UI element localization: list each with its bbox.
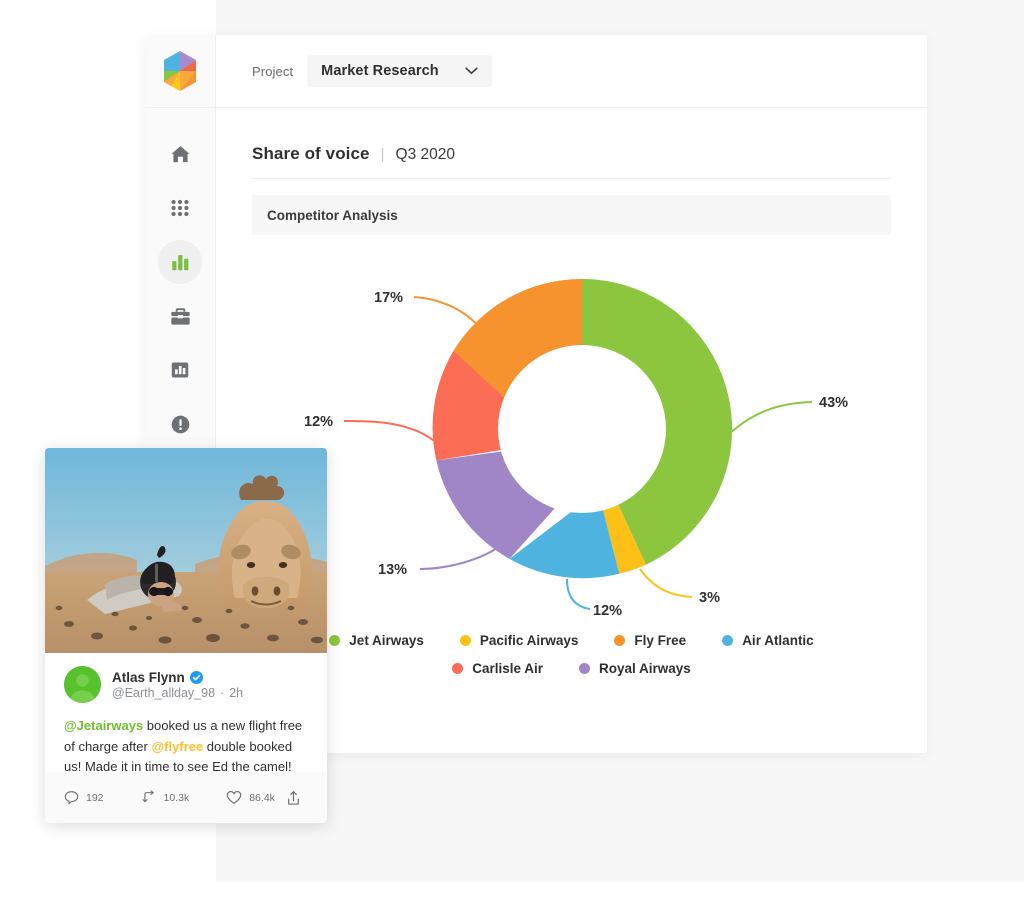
page-title-row: Share of voice | Q3 2020 bbox=[252, 144, 891, 179]
avatar[interactable] bbox=[64, 666, 101, 703]
chevron-down-icon bbox=[465, 67, 478, 75]
legend-row: Jet Airways Pacific Airways Fly Free bbox=[329, 633, 813, 648]
screenshot-root: Project Market Research Share of voice |… bbox=[0, 0, 1024, 916]
legend-label: Royal Airways bbox=[599, 661, 691, 676]
legend-dot-icon bbox=[452, 663, 463, 674]
tweet-body: Atlas Flynn @Earth_allday_98 · 2h @Jetai… bbox=[45, 653, 327, 778]
legend-label: Jet Airways bbox=[349, 633, 424, 648]
legend-dot-icon bbox=[614, 635, 625, 646]
page-title: Share of voice bbox=[252, 144, 370, 164]
page-period: Q3 2020 bbox=[396, 146, 455, 164]
share-action[interactable] bbox=[286, 790, 308, 806]
sidebar-item-apps[interactable] bbox=[158, 186, 202, 230]
legend-label: Fly Free bbox=[634, 633, 686, 648]
like-action[interactable]: 86.4k bbox=[226, 790, 275, 805]
legend-label: Air Atlantic bbox=[742, 633, 814, 648]
legend-dot-icon bbox=[329, 635, 340, 646]
retweet-count: 10.3k bbox=[164, 792, 190, 804]
legend-dot-icon bbox=[460, 635, 471, 646]
legend-dot-icon bbox=[579, 663, 590, 674]
tweet-name-line: Atlas Flynn bbox=[112, 670, 243, 685]
tweet-photo bbox=[45, 448, 327, 653]
donut-label-pacific-airways: 3% bbox=[699, 590, 720, 606]
leader-line-carlisle-air bbox=[344, 421, 438, 444]
project-label: Project bbox=[252, 64, 293, 79]
donut-center-hole bbox=[498, 345, 666, 513]
like-icon bbox=[226, 790, 242, 805]
reply-icon bbox=[64, 790, 79, 805]
legend-row: Carlisle Air Royal Airways bbox=[452, 661, 691, 676]
leader-line-jet-airways bbox=[724, 402, 812, 439]
tweet-handle-line: @Earth_allday_98 · 2h bbox=[112, 686, 243, 700]
leader-line-air-atlantic bbox=[567, 579, 590, 609]
sidebar-item-home[interactable] bbox=[158, 132, 202, 176]
tweet-actions: 192 10.3k 86.4k bbox=[45, 772, 327, 823]
tweet-time: 2h bbox=[229, 686, 243, 700]
alert-icon bbox=[169, 413, 192, 436]
legend-label: Pacific Airways bbox=[480, 633, 579, 648]
leader-line-pacific-airways bbox=[640, 569, 692, 597]
briefcase-icon bbox=[169, 305, 192, 328]
tweet-meta-dot: · bbox=[220, 686, 224, 700]
tweet-mention-flyfree[interactable]: @flyfree bbox=[151, 739, 203, 754]
share-of-voice-donut-chart: 43% 3% 17% 12% 12% 13% bbox=[252, 239, 927, 629]
retweet-action[interactable]: 10.3k bbox=[141, 790, 190, 805]
tweet-author-block: Atlas Flynn @Earth_allday_98 · 2h bbox=[112, 670, 243, 700]
leader-line-royal-airways bbox=[420, 547, 499, 569]
panel-title: Competitor Analysis bbox=[252, 195, 891, 235]
donut-label-air-atlantic: 12% bbox=[593, 603, 622, 619]
legend-item-air-atlantic[interactable]: Air Atlantic bbox=[722, 633, 814, 648]
reports-icon bbox=[169, 359, 191, 381]
tweet-header: Atlas Flynn @Earth_allday_98 · 2h bbox=[64, 666, 308, 703]
tweet-handle: @Earth_allday_98 bbox=[112, 686, 215, 700]
legend-item-royal-airways[interactable]: Royal Airways bbox=[579, 661, 691, 676]
home-icon bbox=[169, 143, 192, 166]
bar-chart-icon bbox=[169, 251, 191, 273]
reply-count: 192 bbox=[86, 792, 104, 804]
legend-dot-icon bbox=[722, 635, 733, 646]
legend-item-fly-free[interactable]: Fly Free bbox=[614, 633, 686, 648]
tweet-mention-jetairways[interactable]: @Jetairways bbox=[64, 718, 143, 733]
donut-label-royal-airways: 13% bbox=[378, 562, 407, 578]
app-logo[interactable] bbox=[145, 35, 215, 108]
chart-legend: Jet Airways Pacific Airways Fly Free bbox=[252, 633, 891, 676]
sidebar-item-projects[interactable] bbox=[158, 294, 202, 338]
legend-item-jet-airways[interactable]: Jet Airways bbox=[329, 633, 424, 648]
sidebar-item-analytics[interactable] bbox=[158, 240, 202, 284]
top-bar: Project Market Research bbox=[216, 35, 927, 108]
avatar-placeholder-icon bbox=[64, 666, 101, 703]
verified-badge-icon bbox=[190, 671, 203, 684]
legend-item-pacific-airways[interactable]: Pacific Airways bbox=[460, 633, 579, 648]
like-count: 86.4k bbox=[249, 792, 275, 804]
title-separator: | bbox=[381, 146, 385, 163]
sidebar-item-reports[interactable] bbox=[158, 348, 202, 392]
tweet-card[interactable]: Atlas Flynn @Earth_allday_98 · 2h @Jetai… bbox=[45, 448, 327, 823]
project-selector[interactable]: Market Research bbox=[307, 55, 492, 87]
legend-label: Carlisle Air bbox=[472, 661, 543, 676]
share-icon bbox=[286, 790, 301, 806]
grid-apps-icon bbox=[169, 197, 191, 219]
legend-item-carlisle-air[interactable]: Carlisle Air bbox=[452, 661, 543, 676]
tweet-text: @Jetairways booked us a new flight free … bbox=[64, 716, 308, 778]
donut-label-carlisle-air: 12% bbox=[304, 414, 333, 430]
donut-label-fly-free: 17% bbox=[374, 290, 403, 306]
sidebar-items bbox=[158, 108, 202, 446]
sidebar-item-alerts[interactable] bbox=[158, 402, 202, 446]
chart-area: 43% 3% 17% 12% 12% 13% Jet Airways bbox=[252, 239, 891, 676]
retweet-icon bbox=[141, 790, 157, 805]
reply-action[interactable]: 192 bbox=[64, 790, 104, 805]
tweet-author-name: Atlas Flynn bbox=[112, 670, 185, 685]
hexagon-logo-icon bbox=[160, 49, 200, 93]
project-selected-value: Market Research bbox=[321, 63, 439, 79]
donut-label-jet-airways: 43% bbox=[819, 395, 848, 411]
